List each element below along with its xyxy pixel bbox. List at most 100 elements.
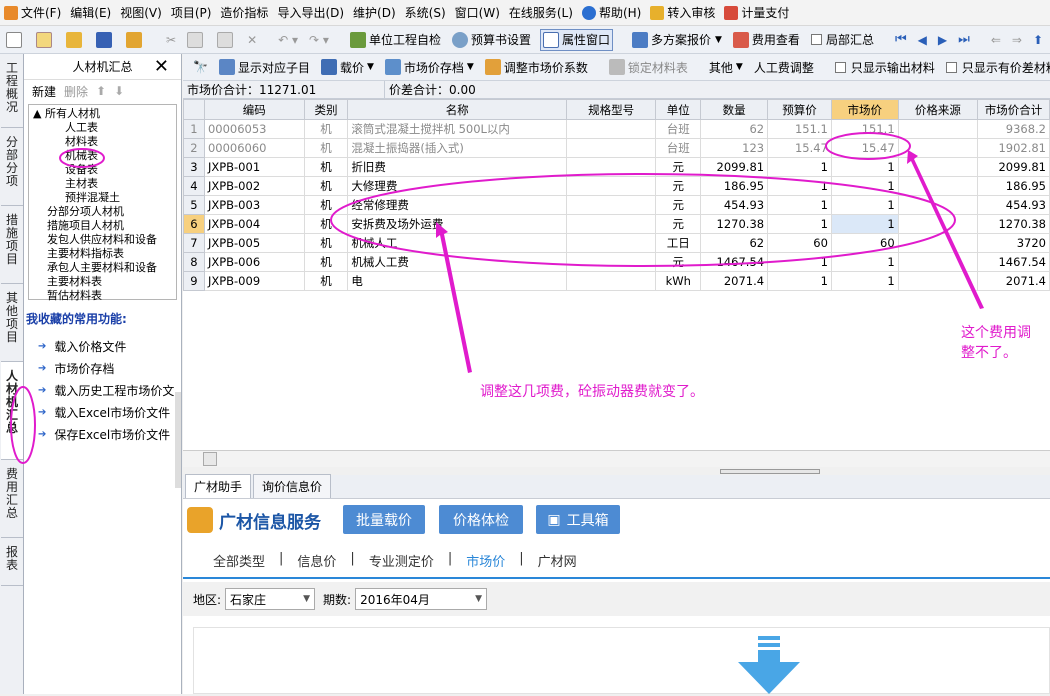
cell-unit[interactable]: 元 [655, 176, 702, 196]
adjust-coef-button[interactable]: 调整市场价系数 [483, 56, 590, 78]
undo-button[interactable]: ↶ ▾ [276, 29, 300, 51]
prev-record-button[interactable]: ◀ [916, 29, 929, 51]
fav-load-history-price[interactable]: ➔ 载入历史工程市场价文 [38, 379, 181, 401]
cell-code[interactable]: JXPB-004 [203, 214, 305, 234]
cell-unit[interactable]: 元 [655, 157, 702, 177]
cell-name[interactable]: 机械人工费 [347, 252, 567, 272]
table-row[interactable]: 5 JXPB-003 机 经常修理费 元 454.93 1 1 454.93 [183, 195, 1050, 215]
close-icon[interactable]: ✕ [154, 56, 169, 77]
tab-project-overview[interactable]: 工程概况 [1, 54, 23, 128]
cell-type[interactable]: 机 [303, 252, 349, 272]
partial-summary-checkbox[interactable]: 局部汇总 [809, 29, 876, 51]
table-row[interactable]: 1 00006053 机 滚筒式混凝土搅拌机 500L以内 台班 62 151.… [183, 119, 1050, 139]
cell-market[interactable]: 1 [830, 195, 899, 215]
cell-budget[interactable]: 151.1 [767, 119, 832, 139]
cell-source[interactable] [897, 214, 979, 234]
cell-qty[interactable]: 2071.4 [700, 271, 769, 291]
cell-type[interactable]: 机 [303, 157, 349, 177]
cell-qty[interactable]: 1467.54 [700, 252, 769, 272]
menu-import-export[interactable]: 导入导出(D) [277, 4, 344, 21]
cell-spec[interactable] [565, 214, 657, 234]
move-up-icon[interactable]: ⬆ [96, 84, 106, 98]
cell-budget[interactable]: 1 [767, 271, 832, 291]
cell-source[interactable] [897, 233, 979, 253]
cell-budget[interactable]: 1 [767, 176, 832, 196]
tree-item-main-material[interactable]: 主材表 [33, 177, 176, 191]
multi-plan-button[interactable]: 多方案报价 ▼ [630, 29, 724, 51]
fav-load-price-file[interactable]: ➔ 载入价格文件 [38, 335, 181, 357]
cell-source[interactable] [897, 157, 979, 177]
paste-button[interactable] [215, 29, 238, 51]
header-qty[interactable]: 数量 [700, 99, 769, 120]
cell-total[interactable]: 186.95 [977, 176, 1050, 196]
header-market[interactable]: 市场价 [830, 99, 899, 120]
menu-view[interactable]: 视图(V) [120, 4, 162, 21]
cell-source[interactable] [897, 138, 979, 158]
load-price-button[interactable]: 载价 ▼ [319, 56, 376, 78]
cell-unit[interactable]: 元 [655, 252, 702, 272]
table-row[interactable]: 3 JXPB-001 机 折旧费 元 2099.81 1 1 2099.81 [183, 157, 1050, 177]
scroll-thumb[interactable] [203, 452, 217, 466]
folder-button[interactable] [124, 29, 147, 51]
cell-name[interactable]: 混凝土振捣器(插入式) [347, 138, 567, 158]
cell-total[interactable]: 454.93 [977, 195, 1050, 215]
lock-material-button[interactable]: 锁定材料表 [607, 56, 690, 78]
delete-button[interactable]: 删除 [64, 83, 88, 100]
menu-transfer-review[interactable]: 转入审核 [650, 4, 715, 21]
cell-code[interactable]: JXPB-002 [203, 176, 305, 196]
cell-market[interactable]: 15.47 [830, 138, 899, 158]
cell-total[interactable]: 2099.81 [977, 157, 1050, 177]
last-record-button[interactable]: ⏭ [956, 29, 972, 51]
tab-cost-summary[interactable]: 费用汇总 [1, 460, 23, 538]
cell-code[interactable]: JXPB-006 [203, 252, 305, 272]
fav-load-excel-price[interactable]: ➔ 载入Excel市场价文件 [38, 401, 181, 423]
nav-professional-price[interactable]: 专业测定价 [369, 551, 434, 570]
cell-name[interactable]: 机械人工 [347, 233, 567, 253]
cell-budget[interactable]: 60 [767, 233, 832, 253]
only-output-checkbox[interactable]: 只显示输出材料 [833, 56, 937, 78]
move-down-icon[interactable]: ⬇ [114, 84, 124, 98]
cell-spec[interactable] [565, 252, 657, 272]
redo-button[interactable]: ↷ ▾ [307, 29, 331, 51]
cell-unit[interactable]: 元 [655, 195, 702, 215]
cell-qty[interactable]: 186.95 [700, 176, 769, 196]
region-select[interactable]: 石家庄 ▼ [225, 588, 316, 610]
only-diff-checkbox[interactable]: 只显示有价差材料 [944, 56, 1050, 78]
show-subitem-button[interactable]: 显示对应子目 [217, 56, 312, 78]
cell-spec[interactable] [565, 138, 657, 158]
cell-name[interactable]: 大修理费 [347, 176, 567, 196]
move-up-button[interactable]: ⬆ [1031, 29, 1045, 51]
cell-spec[interactable] [565, 176, 657, 196]
market-archive-button[interactable]: 市场价存档 ▼ [383, 56, 476, 78]
menu-online[interactable]: 在线服务(L) [509, 4, 573, 21]
header-budget[interactable]: 预算价 [767, 99, 832, 120]
cell-code[interactable]: JXPB-003 [203, 195, 305, 215]
cell-source[interactable] [897, 176, 979, 196]
cell-budget[interactable]: 1 [767, 252, 832, 272]
tree-item-material-index[interactable]: 主要材料指标表 [33, 247, 176, 261]
cell-qty[interactable]: 123 [700, 138, 769, 158]
nav-info-price[interactable]: 信息价 [297, 551, 336, 570]
menu-file[interactable]: 文件(F) [4, 4, 61, 21]
tree-item-employer-supply[interactable]: 发包人供应材料和设备 [33, 233, 176, 247]
cell-total[interactable]: 1902.81 [977, 138, 1050, 158]
cell-budget[interactable]: 15.47 [767, 138, 832, 158]
tree-item-contractor-materials[interactable]: 承包人主要材料和设备 [33, 261, 176, 275]
fav-market-price-archive[interactable]: ➔ 市场价存档 [38, 357, 181, 379]
panel-scrollbar[interactable] [175, 392, 181, 488]
tab-inquiry-price[interactable]: 询价信息价 [253, 474, 332, 498]
cell-spec[interactable] [565, 233, 657, 253]
cell-spec[interactable] [565, 119, 657, 139]
save-button[interactable] [94, 29, 117, 51]
cell-code[interactable]: JXPB-001 [203, 157, 305, 177]
cell-qty[interactable]: 454.93 [700, 195, 769, 215]
cell-type[interactable]: 机 [303, 214, 349, 234]
cell-type[interactable]: 机 [303, 138, 349, 158]
tree-item-premix-concrete[interactable]: 预拌混凝土 [33, 191, 176, 205]
menu-edit[interactable]: 编辑(E) [70, 4, 111, 21]
other-menu-button[interactable]: 其他 ▼ [707, 56, 745, 78]
splitter-handle[interactable] [720, 469, 820, 474]
cell-qty[interactable]: 1270.38 [700, 214, 769, 234]
cell-name[interactable]: 滚筒式混凝土搅拌机 500L以内 [347, 119, 567, 139]
header-spec[interactable]: 规格型号 [565, 99, 657, 120]
